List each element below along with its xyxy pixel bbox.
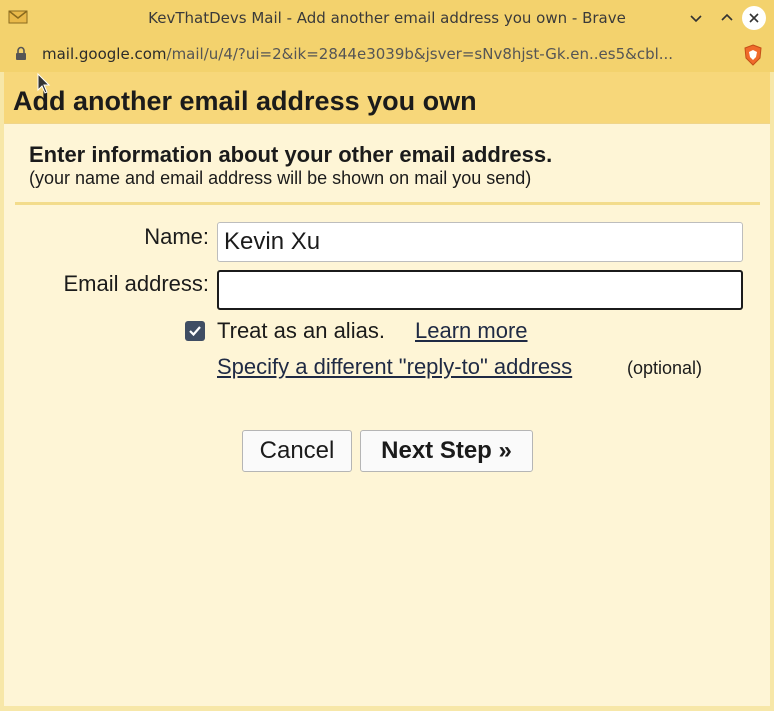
intro-heading: Enter information about your other email… [29,142,553,167]
checkmark-icon [189,326,201,337]
close-icon [749,13,759,23]
name-label: Name: [144,224,209,249]
address-bar[interactable]: mail.google.com/mail/u/4/?ui=2&ik=2844e3… [0,36,774,72]
divider [15,202,760,205]
cursor-icon [37,73,51,94]
url-path: /mail/u/4/?ui=2&ik=2844e3039b&jsver=sNv8… [166,45,674,63]
minimize-button[interactable] [685,7,707,29]
window-title: KevThatDevs Mail - Add another email add… [148,9,626,27]
cancel-button[interactable]: Cancel [242,430,352,472]
window-titlebar: KevThatDevs Mail - Add another email add… [0,0,774,36]
alias-label: Treat as an alias. [217,318,385,343]
url-host: mail.google.com [42,45,167,63]
learn-more-link[interactable]: Learn more [415,318,528,344]
url-text[interactable]: mail.google.com/mail/u/4/?ui=2&ik=2844e3… [42,36,722,72]
reply-to-link[interactable]: Specify a different "reply-to" address [217,354,572,380]
email-label: Email address: [63,271,209,296]
optional-note: (optional) [627,358,703,378]
email-field[interactable] [217,270,743,310]
name-field[interactable] [217,222,743,262]
close-button[interactable] [742,6,766,30]
dialog-body [4,124,770,706]
next-step-button[interactable]: Next Step » [360,430,533,472]
brave-shield-icon[interactable] [742,44,764,66]
alias-checkbox[interactable] [185,321,205,341]
maximize-button[interactable] [716,7,738,29]
lock-icon [16,46,26,60]
intro-subheading: (your name and email address will be sho… [29,168,532,188]
maximize-icon [721,13,733,21]
minimize-icon [690,15,702,23]
dialog-title: Add another email address you own [13,86,477,116]
dialog-header: Add another email address you own [4,72,770,124]
